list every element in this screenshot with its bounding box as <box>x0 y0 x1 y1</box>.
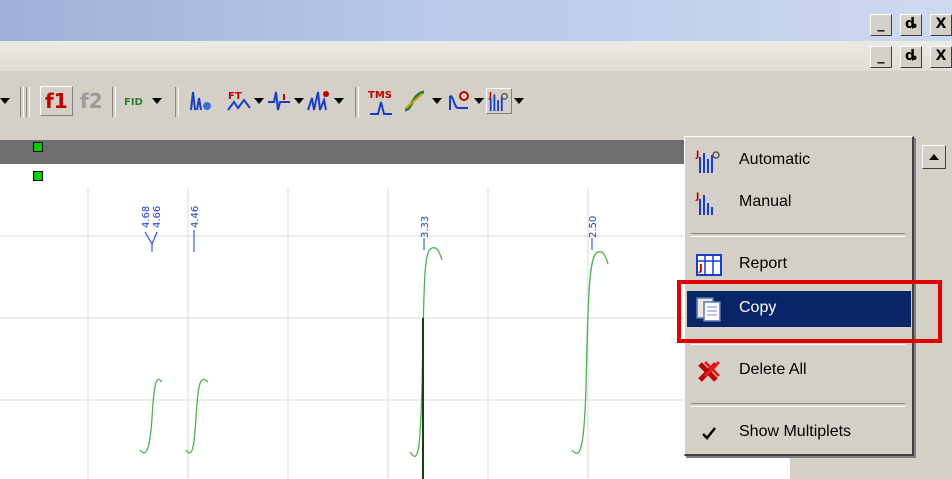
menu-item-show-multiplets[interactable]: Show Multiplets <box>687 415 911 451</box>
f1-button[interactable]: f1 <box>40 86 73 116</box>
spectrum-header-bar <box>0 140 740 164</box>
menu-item-label: Automatic <box>739 151 811 168</box>
restore-button[interactable]: ȡ <box>900 14 922 36</box>
menu-separator <box>691 233 905 237</box>
svg-text:J: J <box>695 192 699 202</box>
peak-labels: 4.68 4.66 4.46 3.33 2.50 <box>141 206 599 238</box>
toolbar-separator <box>175 87 179 117</box>
menu-item-manual[interactable]: J Manual <box>687 185 911 221</box>
child-restore-button[interactable]: ȡ <box>900 46 922 68</box>
arrow-up-icon <box>929 154 939 160</box>
menu-item-delete-all[interactable]: Delete All <box>687 353 911 389</box>
mdi-bar: _ ȡ X <box>0 41 952 72</box>
multiplet-report-dropdown-caret[interactable] <box>514 98 524 104</box>
svg-text:J: J <box>695 150 699 160</box>
peak-picking-dropdown-caret[interactable] <box>334 98 344 104</box>
window-titlebar: _ ȡ X <box>0 0 952 41</box>
svg-text:J: J <box>698 263 703 274</box>
peak-label: 2.50 <box>588 216 599 238</box>
peak-label: 4.68 <box>141 206 152 228</box>
phase-correction-icon[interactable] <box>188 88 214 114</box>
fourier-dropdown-caret[interactable] <box>254 98 264 104</box>
checkmark-icon <box>702 427 716 440</box>
svg-text:FT: FT <box>228 91 242 102</box>
scroll-up-button[interactable] <box>922 145 946 169</box>
child-minimize-button[interactable]: _ <box>870 46 892 68</box>
toolbar-separator <box>355 87 359 117</box>
menu-item-label: Manual <box>739 193 792 210</box>
integration-icon[interactable] <box>402 88 428 114</box>
child-close-button[interactable]: X <box>930 46 952 68</box>
peak-picking-icon[interactable] <box>306 88 332 114</box>
tms-reference-icon <box>370 101 392 115</box>
menu-item-report[interactable]: J Report <box>687 247 911 283</box>
menu-item-label: Report <box>739 255 788 272</box>
multiplet-analysis-dropdown-caret[interactable] <box>474 98 484 104</box>
spectrum-ruler <box>0 164 740 189</box>
baseline-correction-icon[interactable] <box>266 88 292 114</box>
minimize-button[interactable]: _ <box>870 14 892 36</box>
peak-ticks <box>144 230 593 252</box>
integration-dropdown-caret[interactable] <box>432 98 442 104</box>
close-button[interactable]: X <box>930 14 952 36</box>
report-icon: J <box>696 254 722 276</box>
multiplet-report-icon[interactable]: J <box>486 88 512 114</box>
peak-label: 4.66 <box>152 206 163 228</box>
peak-label: 3.33 <box>420 216 431 238</box>
multiplet-manual-icon: J <box>695 192 713 215</box>
menu-item-automatic[interactable]: J Automatic <box>687 143 911 179</box>
delete-all-icon <box>698 360 721 382</box>
fid-button[interactable]: FID <box>124 97 143 108</box>
toolbar-separator <box>112 87 116 117</box>
fid-dropdown-caret[interactable] <box>152 98 162 104</box>
menu-item-label: Show Multiplets <box>739 423 852 440</box>
toolbar-grip[interactable] <box>26 87 30 117</box>
menu-item-label: Delete All <box>739 361 807 378</box>
fourier-transform-icon[interactable]: FT <box>226 88 252 114</box>
f2-button[interactable]: f2 <box>80 86 103 116</box>
peak-label: 4.46 <box>190 206 201 228</box>
integral-curves <box>139 247 609 457</box>
toolbar-overflow-caret[interactable] <box>0 98 10 104</box>
multiplet-analysis-icon[interactable] <box>446 88 472 114</box>
multiplet-auto-icon: J <box>695 150 720 173</box>
menu-separator <box>691 403 905 407</box>
range-marker[interactable] <box>33 171 43 181</box>
toolbar-grip[interactable] <box>20 87 24 117</box>
scroll-marker[interactable] <box>33 142 43 152</box>
copy-highlight-box <box>677 280 942 343</box>
baseline-dropdown-caret[interactable] <box>294 98 304 104</box>
